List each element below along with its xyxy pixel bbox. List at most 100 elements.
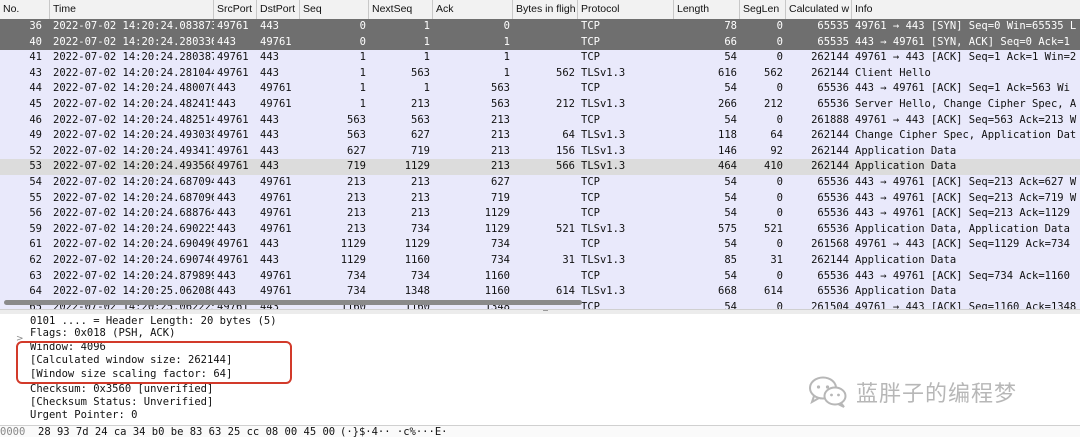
cell-ack: 563	[491, 97, 510, 110]
cell-info: 49761 → 443 [ACK] Seq=1129 Ack=734	[855, 238, 1070, 251]
column-header-nextseq[interactable]: NextSeq	[369, 0, 433, 19]
column-header-time[interactable]: Time	[50, 0, 214, 19]
column-header-length[interactable]: Length	[674, 0, 740, 19]
cell-seq: 1	[359, 51, 366, 64]
cell-calc: 262144	[811, 129, 849, 142]
packet-row[interactable]: 45 2022-07-02 14:20:24.482415 443 49761 1 213…	[0, 97, 1080, 113]
watermark-text: 蓝胖子的编程梦	[856, 382, 1018, 407]
packet-row[interactable]: 56 2022-07-02 14:20:24.688764 443 49761 213 2…	[0, 206, 1080, 222]
column-header-no[interactable]: No.	[0, 0, 50, 19]
packet-row[interactable]: 36 2022-07-02 14:20:24.083873 49761 443 0 1 0 T…	[0, 19, 1080, 35]
cell-proto: TCP	[581, 238, 600, 251]
column-header-dstport[interactable]: DstPort	[257, 0, 300, 19]
packet-row[interactable]: 59 2022-07-02 14:20:24.690225 443 49761 213 7…	[0, 222, 1080, 238]
detail-flags[interactable]: Flags: 0x018 (PSH, ACK)	[30, 326, 175, 341]
column-header-protocol[interactable]: Protocol	[578, 0, 674, 19]
cell-src: 443	[217, 207, 236, 220]
divider-grip-icon[interactable]	[543, 310, 548, 313]
packet-details-pane[interactable]: 0101 .... = Header Length: 20 bytes (5) …	[0, 314, 1080, 424]
cell-time: 2022-07-02 14:20:24.280336	[53, 35, 214, 48]
cell-dst: 443	[260, 144, 279, 157]
cell-src: 49761	[217, 51, 249, 64]
cell-src: 443	[217, 35, 236, 48]
cell-info: Application Data, Application Data	[855, 222, 1070, 235]
packet-row[interactable]: 41 2022-07-02 14:20:24.280387 49761 443 1 1 1 T…	[0, 50, 1080, 66]
cell-time: 2022-07-02 14:20:24.280387	[53, 51, 214, 64]
cell-dst: 443	[260, 238, 279, 251]
cell-seq: 0	[359, 20, 366, 32]
column-header-srcport[interactable]: SrcPort	[214, 0, 257, 19]
cell-next: 213	[411, 191, 430, 204]
cell-ack: 213	[491, 160, 510, 173]
cell-calc: 262144	[811, 51, 849, 64]
cell-ack: 0	[503, 20, 510, 32]
cell-next: 563	[411, 113, 430, 126]
highlight-annotation-box	[16, 341, 292, 384]
cell-proto: TCP	[581, 175, 600, 188]
packet-row[interactable]: 55 2022-07-02 14:20:24.687096 443 49761 213 2…	[0, 191, 1080, 207]
column-header-ack[interactable]: Ack	[433, 0, 513, 19]
cell-calc: 65535	[817, 20, 849, 32]
cell-calc: 262144	[811, 160, 849, 173]
cell-proto: TCP	[581, 20, 600, 32]
cell-seglen: 92	[770, 144, 783, 157]
packet-row[interactable]: 46 2022-07-02 14:20:24.482514 49761 443 563 5…	[0, 113, 1080, 129]
packet-row[interactable]: 62 2022-07-02 14:20:24.690746 49761 443 1129…	[0, 253, 1080, 269]
cell-calc: 262144	[811, 66, 849, 79]
packet-row[interactable]: 52 2022-07-02 14:20:24.493411 49761 443 627 7…	[0, 144, 1080, 160]
cell-len: 54	[724, 113, 737, 126]
cell-seq: 1	[359, 97, 366, 110]
cell-bif	[513, 191, 578, 207]
cell-no: 63	[29, 269, 42, 282]
cell-len: 85	[724, 253, 737, 266]
cell-src: 49761	[217, 20, 249, 32]
packet-row[interactable]: 63 2022-07-02 14:20:24.879899 443 49761 734 7…	[0, 269, 1080, 285]
column-header-calculated-window[interactable]: Calculated w	[786, 0, 852, 19]
column-header-seglen[interactable]: SegLen	[740, 0, 786, 19]
cell-next: 1	[423, 35, 430, 48]
cell-next: 563	[411, 66, 430, 79]
cell-next: 1160	[404, 253, 430, 266]
cell-len: 66	[724, 35, 737, 48]
cell-time: 2022-07-02 14:20:24.281044	[53, 66, 214, 79]
cell-dst: 49761	[260, 35, 292, 48]
cell-src: 49761	[217, 144, 249, 157]
packet-row[interactable]: 49 2022-07-02 14:20:24.493038 49761 443 563 6…	[0, 128, 1080, 144]
cell-info: 443 → 49761 [ACK] Seq=734 Ack=1160	[855, 269, 1070, 282]
cell-dst: 49761	[260, 97, 292, 110]
cell-len: 54	[724, 51, 737, 64]
packet-row[interactable]: 44 2022-07-02 14:20:24.480070 443 49761 1 1 56…	[0, 81, 1080, 97]
wechat-icon	[809, 376, 847, 408]
packet-list[interactable]: No. Time SrcPort DstPort Seq NextSeq Ack…	[0, 0, 1080, 310]
cell-info: 443 → 49761 [ACK] Seq=213 Ack=1129	[855, 207, 1070, 220]
cell-no: 40	[29, 35, 42, 48]
cell-calc: 65536	[817, 207, 849, 220]
packet-rows: 36 2022-07-02 14:20:24.083873 49761 443 0 1 0 T…	[0, 19, 1080, 310]
packet-row[interactable]: 61 2022-07-02 14:20:24.690496 49761 443 1129…	[0, 237, 1080, 253]
detail-urgent-pointer[interactable]: Urgent Pointer: 0	[30, 408, 137, 423]
cell-seglen: 521	[764, 222, 783, 235]
cell-no: 59	[29, 222, 42, 235]
cell-no: 54	[29, 175, 42, 188]
cell-len: 464	[718, 160, 737, 173]
column-header-seq[interactable]: Seq	[300, 0, 369, 19]
packet-row[interactable]: 53 2022-07-02 14:20:24.493568 49761 443 719 1…	[0, 159, 1080, 175]
packet-row[interactable]: 54 2022-07-02 14:20:24.687094 443 49761 213 2…	[0, 175, 1080, 191]
cell-next: 734	[411, 222, 430, 235]
column-header-info[interactable]: Info	[852, 0, 1080, 19]
scrollbar-thumb[interactable]	[4, 300, 582, 305]
cell-no: 62	[29, 253, 42, 266]
column-header-bytes-in-flight[interactable]: Bytes in fligh	[513, 0, 578, 19]
cell-bif: 31	[562, 253, 575, 266]
cell-info: 49761 → 443 [ACK] Seq=563 Ack=213 W	[855, 113, 1077, 126]
packet-row[interactable]: 43 2022-07-02 14:20:24.281044 49761 443 1 563…	[0, 66, 1080, 82]
cell-bif	[513, 175, 578, 191]
cell-src: 49761	[217, 113, 249, 126]
cell-next: 1	[423, 51, 430, 64]
cell-len: 118	[718, 129, 737, 142]
cell-info: Application Data	[855, 160, 957, 173]
cell-seglen: 0	[776, 51, 783, 64]
packet-row[interactable]: 40 2022-07-02 14:20:24.280336 443 49761 0 1 1 T…	[0, 34, 1080, 51]
horizontal-scrollbar[interactable]	[0, 296, 1080, 308]
packet-bytes-pane[interactable]: 0000 28 93 7d 24 ca 34 b0 be 83 63 25 cc…	[0, 425, 1080, 437]
